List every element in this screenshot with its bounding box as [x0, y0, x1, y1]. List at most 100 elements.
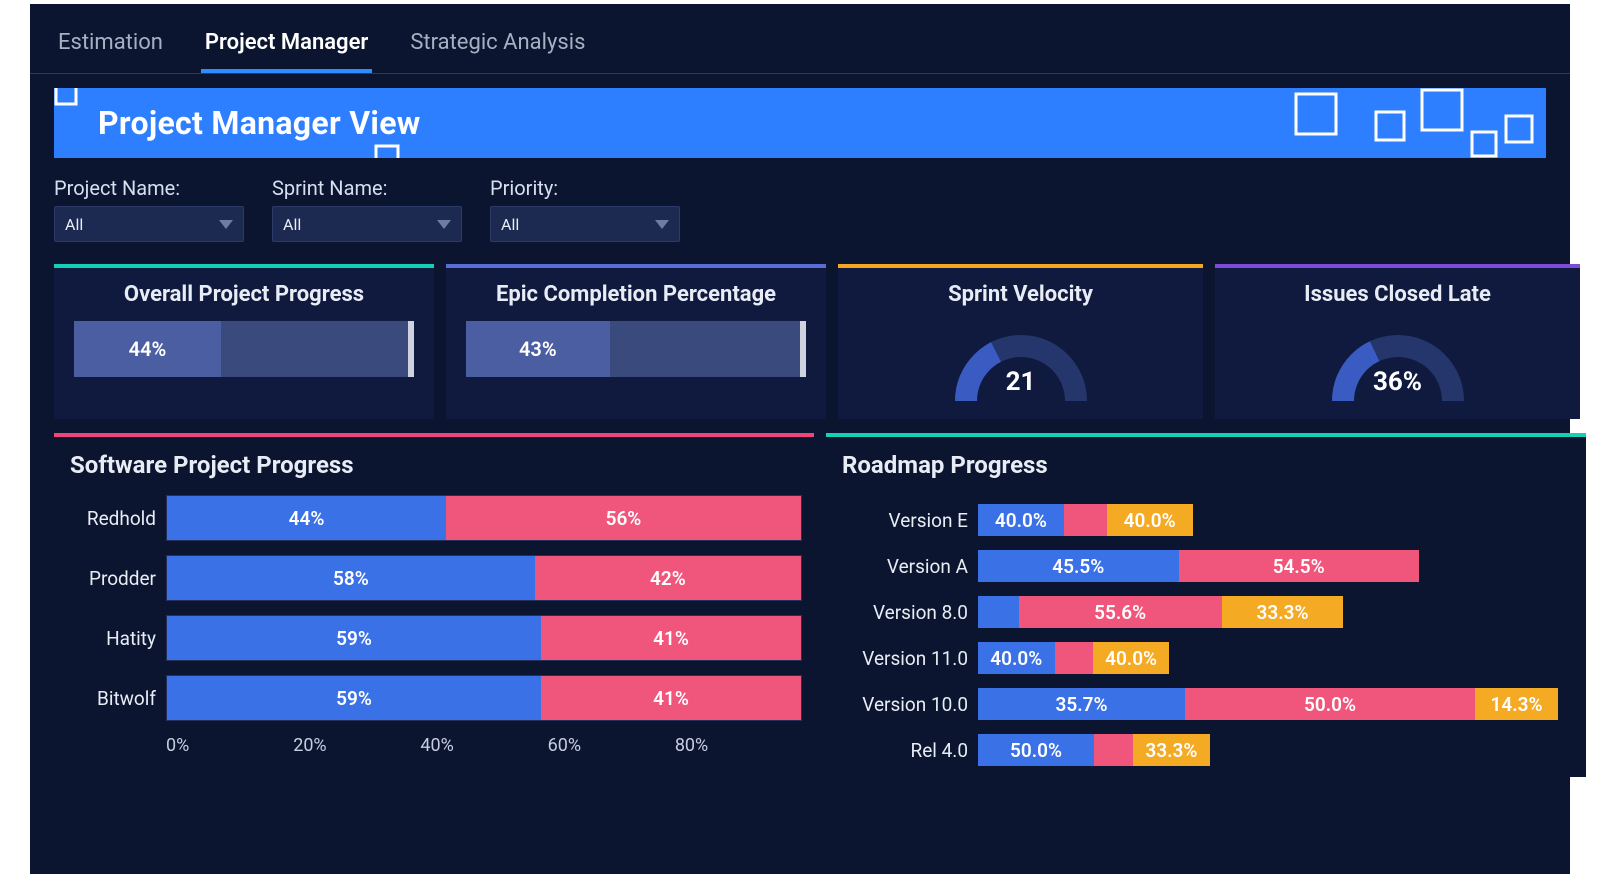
software-progress-panel: Software Project Progress Redhold 44%56% P… — [54, 433, 814, 777]
row-label: Version E — [838, 509, 968, 532]
filter-label: Priority: — [490, 176, 680, 200]
stacked-bar: 45.5%54.5% — [978, 550, 1419, 582]
filter-label: Project Name: — [54, 176, 244, 200]
bar-row: Redhold 44%56% — [66, 495, 802, 541]
priority-select[interactable]: All — [490, 206, 680, 242]
bar-segment-red: 41% — [541, 616, 801, 660]
kpi-title: Overall Project Progress — [74, 282, 414, 307]
bar-segment-blue: 35.7% — [978, 688, 1185, 720]
progress-value: 43% — [466, 321, 610, 377]
bar-segment-red: 55.6% — [1019, 596, 1222, 628]
stacked-bar: 58%42% — [166, 555, 802, 601]
kpi-title: Epic Completion Percentage — [466, 282, 806, 307]
row-label: Bitwolf — [66, 687, 156, 710]
bar-segment-red: 56% — [446, 496, 801, 540]
section-title: Software Project Progress — [70, 451, 802, 479]
stacked-bar: 55.6%33.3% — [978, 596, 1343, 628]
bar-segment-blue: 40.0% — [978, 642, 1055, 674]
tab-bar: Estimation Project Manager Strategic Ana… — [30, 4, 1570, 74]
chevron-down-icon — [655, 220, 669, 229]
stacked-bar: 40.0% 40.0% — [978, 504, 1193, 536]
bar-segment-blue: 58% — [167, 556, 535, 600]
progress-bar: 44% — [74, 321, 414, 377]
chevron-down-icon — [219, 220, 233, 229]
row-label: Redhold — [66, 507, 156, 530]
sprint-select[interactable]: All — [272, 206, 462, 242]
bar-segment-yellow: 33.3% — [1222, 596, 1344, 628]
row-label: Version 8.0 — [838, 601, 968, 624]
bar-segment-blue: 59% — [167, 676, 541, 720]
row-label: Version A — [838, 555, 968, 578]
kpi-sprint-velocity: Sprint Velocity 21 — [838, 264, 1203, 419]
kpi-overall-progress: Overall Project Progress 44% — [54, 264, 434, 419]
bar-row: Hatity 59%41% — [66, 615, 802, 661]
stacked-bar: 59%41% — [166, 615, 802, 661]
progress-value: 44% — [74, 321, 221, 377]
row-label: Rel 4.0 — [838, 739, 968, 762]
bar-segment-yellow: 14.3% — [1475, 688, 1558, 720]
stacked-bar: 35.7%50.0%14.3% — [978, 688, 1558, 720]
row-label: Prodder — [66, 567, 156, 590]
bar-segment-blue: 50.0% — [978, 734, 1094, 766]
row-label: Hatity — [66, 627, 156, 650]
x-tick: 20% — [293, 735, 420, 756]
select-value: All — [65, 215, 83, 234]
row-label: Version 11.0 — [838, 647, 968, 670]
bar-segment-red: 50.0% — [1185, 688, 1475, 720]
tab-project-manager[interactable]: Project Manager — [201, 22, 372, 73]
filter-bar: Project Name: All Sprint Name: All Prior… — [30, 158, 1570, 242]
tab-estimation[interactable]: Estimation — [54, 22, 167, 73]
bar-row: Prodder 58%42% — [66, 555, 802, 601]
gauge-value: 21 — [858, 367, 1183, 397]
bar-segment-yellow: 40.0% — [1107, 504, 1193, 536]
bar-row: Bitwolf 59%41% — [66, 675, 802, 721]
bar-segment-red — [1094, 734, 1133, 766]
progress-bar: 43% — [466, 321, 806, 377]
x-axis: 0%20%40%60%80% — [166, 735, 802, 756]
bar-segment-blue: 59% — [167, 616, 541, 660]
stacked-bar: 44%56% — [166, 495, 802, 541]
banner-decoration-icon — [1286, 88, 1546, 158]
banner: Project Manager View — [54, 88, 1546, 158]
roadmap-row: Version 11.0 40.0% 40.0% — [838, 639, 1574, 677]
chevron-down-icon — [437, 220, 451, 229]
select-value: All — [283, 215, 301, 234]
select-value: All — [501, 215, 519, 234]
gauge-value: 36% — [1235, 367, 1560, 397]
bar-segment-red — [1064, 504, 1107, 536]
bar-segment-red: 54.5% — [1179, 550, 1419, 582]
bar-segment-blue: 44% — [167, 496, 446, 540]
stacked-bar: 59%41% — [166, 675, 802, 721]
filter-project: Project Name: All — [54, 176, 244, 242]
x-tick: 40% — [420, 735, 547, 756]
bar-segment-yellow: 33.3% — [1133, 734, 1210, 766]
stacked-bar: 40.0% 40.0% — [978, 642, 1169, 674]
x-tick: 60% — [548, 735, 675, 756]
x-tick: 80% — [675, 735, 802, 756]
bar-segment-red — [1055, 642, 1093, 674]
banner-decoration-icon — [374, 140, 430, 158]
kpi-title: Sprint Velocity — [858, 282, 1183, 307]
filter-priority: Priority: All — [490, 176, 680, 242]
x-tick: 0% — [166, 735, 293, 756]
bar-segment-blue: 45.5% — [978, 550, 1179, 582]
roadmap-row: Rel 4.0 50.0% 33.3% — [838, 731, 1574, 769]
roadmap-row: Version E 40.0% 40.0% — [838, 501, 1574, 539]
filter-label: Sprint Name: — [272, 176, 462, 200]
tab-strategic-analysis[interactable]: Strategic Analysis — [406, 22, 589, 73]
kpi-title: Issues Closed Late — [1235, 282, 1560, 307]
roadmap-row: Version 10.0 35.7%50.0%14.3% — [838, 685, 1574, 723]
filter-sprint: Sprint Name: All — [272, 176, 462, 242]
stacked-bar: 50.0% 33.3% — [978, 734, 1210, 766]
bar-segment-blue: 40.0% — [978, 504, 1064, 536]
page-title: Project Manager View — [98, 104, 421, 142]
kpi-epic-completion: Epic Completion Percentage 43% — [446, 264, 826, 419]
row-label: Version 10.0 — [838, 693, 968, 716]
project-select[interactable]: All — [54, 206, 244, 242]
bar-segment-blue — [978, 596, 1019, 628]
bar-segment-red: 41% — [541, 676, 801, 720]
bar-segment-red: 42% — [535, 556, 801, 600]
roadmap-progress-panel: Roadmap Progress Version E40.0%40.0%Vers… — [826, 433, 1586, 777]
section-title: Roadmap Progress — [842, 451, 1574, 479]
bar-segment-yellow: 40.0% — [1093, 642, 1170, 674]
